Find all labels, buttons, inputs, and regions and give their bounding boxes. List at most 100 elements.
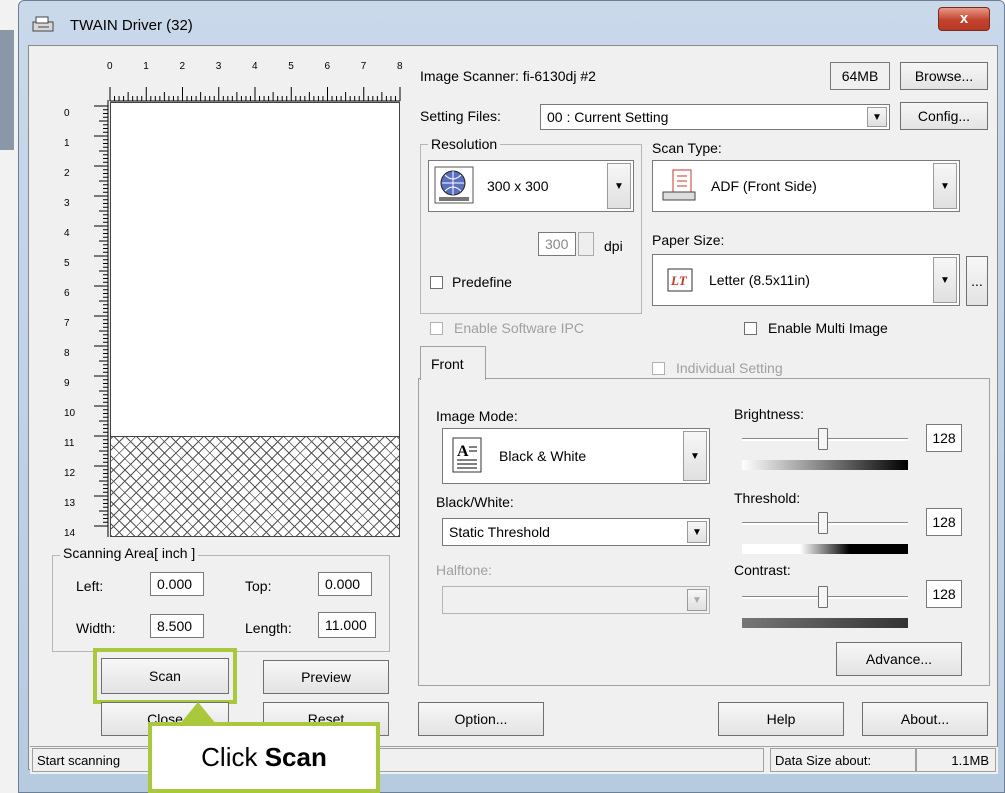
- chevron-down-icon[interactable]: ▼: [867, 107, 887, 127]
- ruler-number: 1: [143, 61, 149, 72]
- threshold-thumb[interactable]: [818, 512, 828, 534]
- chevron-down-icon[interactable]: ▼: [687, 589, 707, 611]
- length-field[interactable]: 11.000: [318, 612, 376, 638]
- svg-text:LT: LT: [670, 273, 688, 288]
- click-scan-callout: Click Scan: [148, 722, 380, 793]
- ruler-number: 7: [64, 318, 70, 329]
- chevron-down-icon[interactable]: ▼: [683, 431, 707, 481]
- ruler-number: 8: [397, 61, 403, 72]
- svg-text:A: A: [457, 443, 469, 460]
- callout-prefix: Click: [201, 742, 265, 772]
- ruler-number: 9: [64, 378, 70, 389]
- ruler-number: 2: [180, 61, 186, 72]
- ruler-number: 3: [64, 198, 70, 209]
- brightness-thumb[interactable]: [818, 428, 828, 450]
- halftone-select[interactable]: ▼: [442, 586, 710, 614]
- resolution-select[interactable]: 300 x 300 ▼: [428, 160, 634, 212]
- contrast-thumb[interactable]: [818, 586, 828, 608]
- width-label: Width:: [76, 620, 116, 636]
- memory-indicator: 64MB: [830, 62, 890, 90]
- multi-image-checkbox[interactable]: [744, 322, 757, 335]
- ruler-number: 0: [64, 108, 70, 119]
- image-mode-label: Image Mode:: [436, 408, 518, 424]
- ruler-number: 14: [64, 528, 76, 539]
- close-window-button[interactable]: x: [938, 7, 990, 31]
- ruler-number: 11: [64, 438, 75, 449]
- resolution-label: Resolution: [428, 136, 501, 152]
- multi-image-label: Enable Multi Image: [768, 320, 888, 336]
- contrast-label: Contrast:: [734, 562, 791, 578]
- globe-icon: [433, 165, 477, 207]
- scanning-area-label: Scanning Area[ inch ]: [60, 545, 199, 561]
- scanner-icon: [30, 14, 58, 36]
- top-ruler: 0 1 2 3 4 5 6 7 8: [70, 55, 405, 103]
- browse-button[interactable]: Browse...: [900, 62, 988, 90]
- ruler-number: 5: [288, 61, 294, 72]
- ruler-number: 13: [64, 498, 76, 509]
- window-title: TWAIN Driver (32): [70, 17, 193, 34]
- advance-button[interactable]: Advance...: [836, 642, 962, 676]
- preview-hatched-area: [110, 437, 400, 537]
- text-mode-icon: A: [451, 436, 485, 476]
- paper-size-value: Letter (8.5x11in): [709, 272, 810, 288]
- config-button[interactable]: Config...: [900, 102, 988, 130]
- individual-setting-checkbox[interactable]: [652, 362, 665, 375]
- dpi-spinner[interactable]: [578, 232, 594, 256]
- scan-type-select[interactable]: ADF (Front Side) ▼: [652, 160, 960, 212]
- paper-more-button[interactable]: ...: [966, 256, 988, 306]
- help-button[interactable]: Help: [718, 702, 844, 736]
- predefine-checkbox[interactable]: [430, 276, 443, 289]
- image-mode-value: Black & White: [499, 448, 587, 464]
- left-label: Left:: [76, 578, 104, 594]
- about-button[interactable]: About...: [862, 702, 988, 736]
- brightness-value[interactable]: 128: [926, 424, 962, 452]
- scan-button[interactable]: Scan: [101, 658, 229, 694]
- individual-setting-label: Individual Setting: [676, 360, 783, 376]
- scan-type-label: Scan Type:: [652, 140, 722, 156]
- top-field[interactable]: 0.000: [318, 572, 372, 596]
- image-mode-select[interactable]: A Black & White ▼: [442, 428, 710, 484]
- threshold-value[interactable]: 128: [926, 508, 962, 536]
- brightness-label: Brightness:: [734, 406, 805, 422]
- left-field[interactable]: 0.000: [150, 572, 204, 596]
- setting-files-value: 00 : Current Setting: [547, 109, 669, 125]
- width-field[interactable]: 8.500: [150, 614, 204, 638]
- custom-dpi-field[interactable]: 300: [538, 232, 576, 256]
- chevron-down-icon[interactable]: ▼: [933, 163, 957, 209]
- bw-select[interactable]: Static Threshold ▼: [442, 518, 710, 546]
- ruler-number: 6: [64, 288, 70, 299]
- length-label: Length:: [245, 620, 292, 636]
- adf-icon: [659, 166, 699, 206]
- contrast-value[interactable]: 128: [926, 580, 962, 608]
- ruler-number: 0: [107, 61, 113, 72]
- data-size-label: Data Size about:: [770, 748, 916, 772]
- chevron-down-icon[interactable]: ▼: [687, 521, 707, 543]
- option-button[interactable]: Option...: [418, 702, 544, 736]
- chevron-down-icon[interactable]: ▼: [933, 257, 957, 303]
- predefine-label: Predefine: [452, 274, 512, 290]
- resolution-value: 300 x 300: [487, 178, 549, 194]
- paper-size-label: Paper Size:: [652, 232, 725, 248]
- ruler-number: 1: [64, 138, 70, 149]
- preview-button[interactable]: Preview: [263, 660, 389, 694]
- ruler-number: 12: [64, 468, 76, 479]
- halftone-label: Halftone:: [436, 562, 493, 578]
- background-desktop: [0, 0, 18, 793]
- preview-white-area[interactable]: [110, 102, 400, 437]
- ruler-number: 7: [361, 61, 367, 72]
- callout-pointer: [180, 702, 216, 724]
- enable-ipc-checkbox[interactable]: [430, 322, 443, 335]
- top-label: Top:: [245, 578, 272, 594]
- ruler-number: 4: [252, 61, 258, 72]
- threshold-label: Threshold:: [734, 490, 801, 506]
- setting-files-label: Setting Files:: [420, 108, 501, 124]
- ruler-number: 5: [64, 258, 70, 269]
- setting-files-select[interactable]: 00 : Current Setting ▼: [540, 104, 890, 130]
- tab-front[interactable]: Front: [420, 346, 486, 380]
- tab-front-label: Front: [431, 355, 464, 372]
- chevron-down-icon[interactable]: ▼: [607, 163, 631, 209]
- left-ruler-ticks: 01234567891011121314: [64, 100, 109, 539]
- contrast-gradient: [742, 618, 908, 628]
- ruler-number: 8: [64, 348, 70, 359]
- paper-size-select[interactable]: LT Letter (8.5x11in) ▼: [652, 254, 960, 306]
